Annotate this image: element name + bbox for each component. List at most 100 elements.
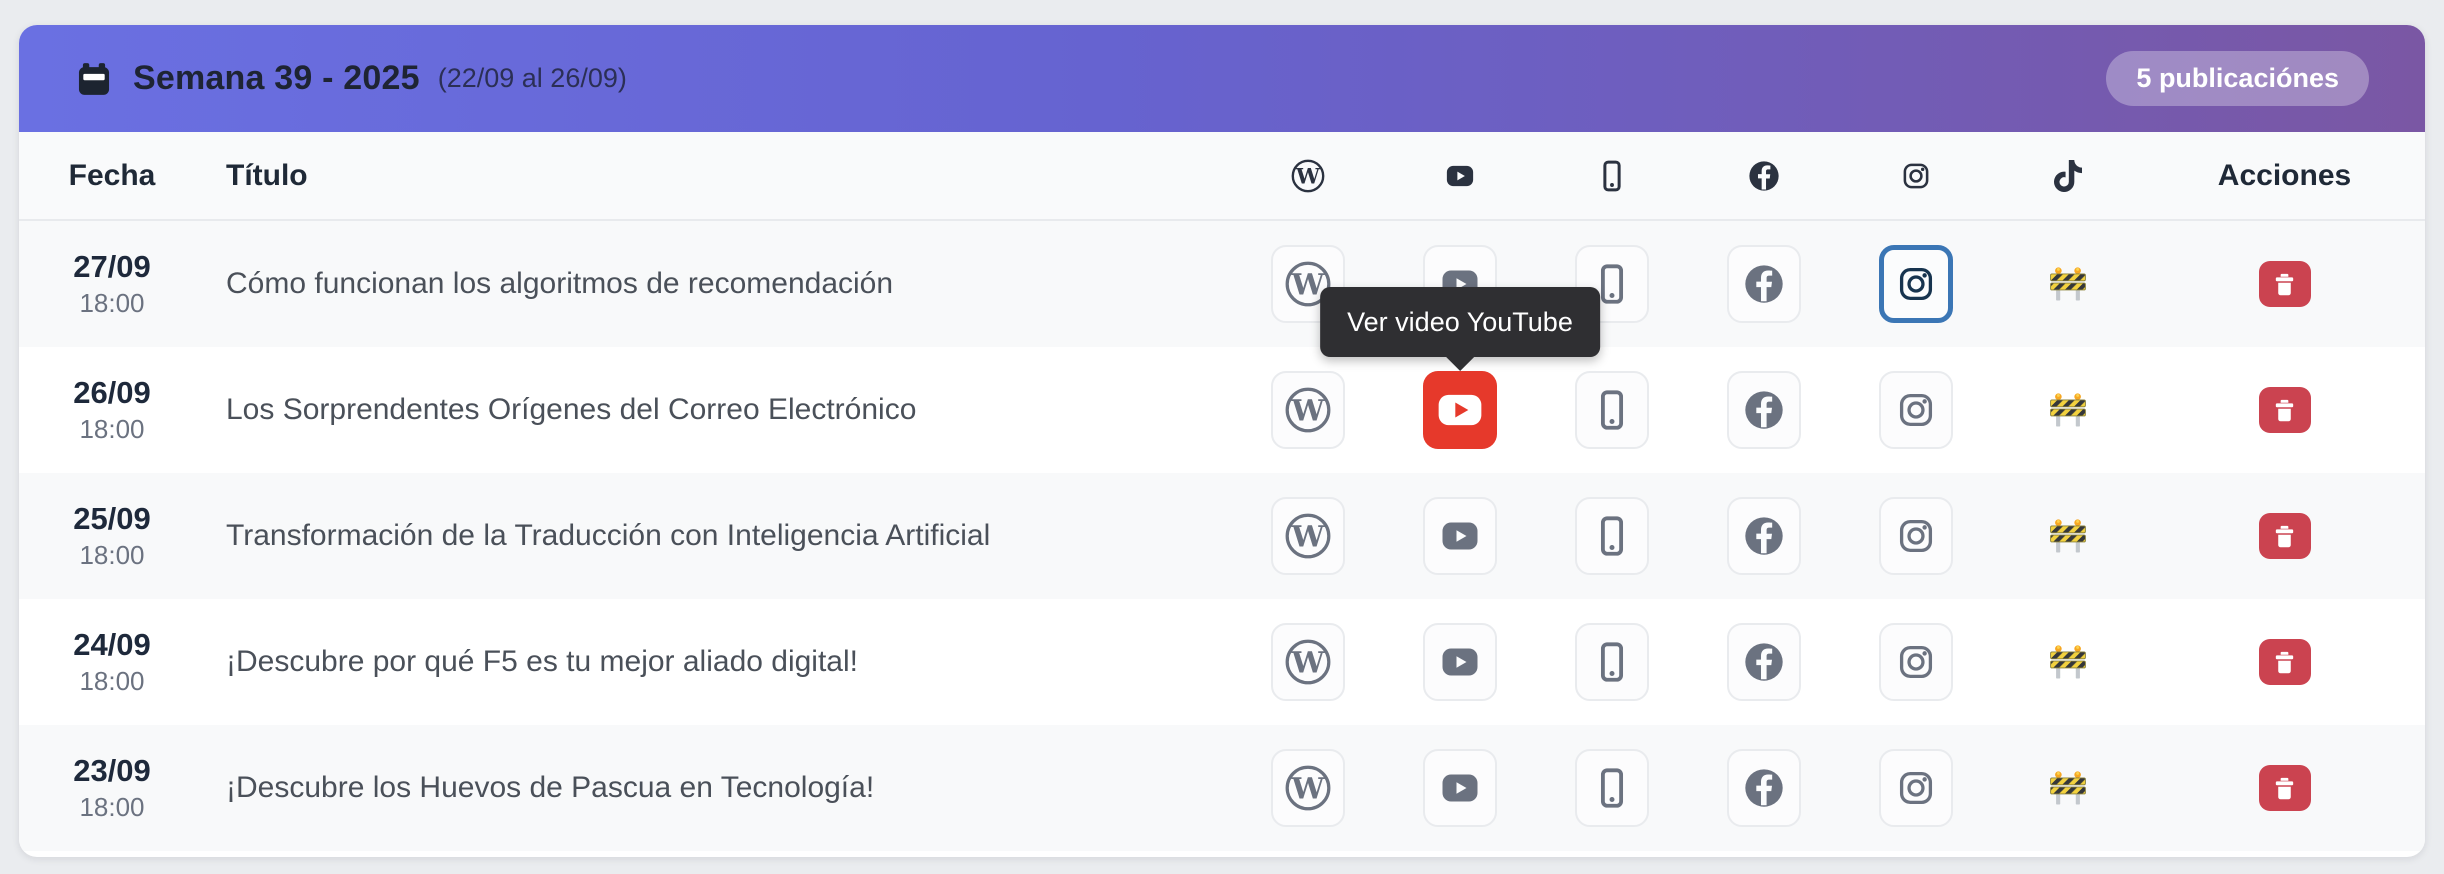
date-label: 24/09 [73,626,151,662]
column-header-acciones: Acciones [2217,158,2352,192]
date-label: 25/09 [73,500,151,536]
facebook-icon [1741,387,1787,433]
wordpress-icon [1282,384,1334,436]
date-label: 26/09 [73,374,151,410]
facebook-icon [1741,261,1787,307]
trash-icon [2271,523,2298,550]
time-label: 18:00 [79,792,145,823]
youtube-icon [1436,638,1484,686]
week-header: Semana 39 - 2025 (22/09 al 26/09) 5 publ… [19,25,2425,132]
delete-button[interactable] [2258,765,2311,811]
facebook-button[interactable] [1727,371,1801,449]
instagram-button[interactable] [1879,623,1953,701]
post-title: ¡Descubre por qué F5 es tu mejor aliado … [226,645,858,678]
facebook-icon [1741,765,1787,811]
facebook-button[interactable] [1727,623,1801,701]
wordpress-icon [1282,510,1334,562]
tiktok-under-construction-icon [2046,514,2090,558]
time-label: 18:00 [79,414,145,445]
week-date-range: (22/09 al 26/09) [437,63,627,93]
table-header-row: Fecha Título Acciones [19,132,2425,221]
post-title: Transformación de la Traducción con Inte… [226,519,991,552]
date-cell: 24/09 18:00 [19,627,205,698]
youtube-icon [1435,385,1485,435]
calendar-icon [75,60,113,98]
instagram-button[interactable] [1879,749,1953,827]
tiktok-under-construction-icon [2046,640,2090,684]
trash-icon [2271,775,2298,802]
post-title: Cómo funcionan los algoritmos de recomen… [226,267,894,300]
publications-count-badge: 5 publicaciónes [2106,51,2369,106]
mobile-app-icon [1589,765,1635,811]
instagram-button[interactable] [1879,371,1953,449]
delete-button[interactable] [2258,261,2311,307]
wordpress-button[interactable] [1271,371,1345,449]
trash-icon [2271,397,2298,424]
tiktok-under-construction-icon [2046,262,2090,306]
mobile-app-icon [1589,513,1635,559]
date-label: 23/09 [73,752,151,788]
tiktok-under-construction-icon [2046,766,2090,810]
instagram-icon [1894,388,1938,432]
date-cell: 27/09 18:00 [19,249,205,320]
table-row: 27/09 18:00 Cómo funcionan los algoritmo… [19,221,2425,347]
tiktok-under-construction-icon [2046,388,2090,432]
instagram-icon [1899,159,1933,193]
table-row: 25/09 18:00 Transformación de la Traducc… [19,473,2425,599]
tiktok-icon [2052,160,2084,192]
time-label: 18:00 [79,666,145,697]
youtube-icon [1436,512,1484,560]
trash-icon [2271,271,2298,298]
table-row: 26/09 18:00 Los Sorprendentes Orígenes d… [19,347,2425,473]
instagram-icon [1894,640,1938,684]
instagram-button-active[interactable] [1879,245,1953,323]
column-header-titulo: Título [226,158,308,192]
delete-button[interactable] [2258,639,2311,685]
facebook-button[interactable] [1727,497,1801,575]
post-title: ¡Descubre los Huevos de Pascua en Tecnol… [226,771,875,804]
youtube-button[interactable] [1423,749,1497,827]
time-label: 18:00 [79,540,145,571]
date-label: 27/09 [73,248,151,284]
table-row: 23/09 18:00 ¡Descubre los Huevos de Pasc… [19,725,2425,851]
mobile-app-button[interactable] [1575,623,1649,701]
date-cell: 26/09 18:00 [19,375,205,446]
instagram-icon [1894,766,1938,810]
youtube-button-active[interactable] [1423,371,1497,449]
wordpress-button[interactable] [1271,623,1345,701]
mobile-app-icon [1589,639,1635,685]
week-schedule-card: Semana 39 - 2025 (22/09 al 26/09) 5 publ… [19,25,2425,857]
wordpress-icon [1289,157,1327,195]
wordpress-button[interactable] [1271,749,1345,827]
column-header-fecha: Fecha [68,158,156,192]
time-label: 18:00 [79,288,145,319]
youtube-tooltip: Ver video YouTube [1320,287,1600,357]
youtube-icon [1442,158,1478,194]
facebook-icon [1746,158,1782,194]
facebook-button[interactable] [1727,245,1801,323]
delete-button[interactable] [2258,387,2311,433]
wordpress-icon [1282,762,1334,814]
delete-button[interactable] [2258,513,2311,559]
trash-icon [2271,649,2298,676]
mobile-app-button[interactable] [1575,749,1649,827]
youtube-icon [1436,764,1484,812]
week-title: Semana 39 - 2025 [133,59,420,97]
facebook-icon [1741,639,1787,685]
facebook-icon [1741,513,1787,559]
wordpress-button[interactable] [1271,497,1345,575]
instagram-icon [1894,262,1938,306]
youtube-button[interactable] [1423,623,1497,701]
mobile-app-icon [1594,158,1630,194]
mobile-app-icon [1589,387,1635,433]
wordpress-icon [1282,636,1334,688]
date-cell: 23/09 18:00 [19,753,205,824]
youtube-button[interactable] [1423,497,1497,575]
mobile-app-button[interactable] [1575,497,1649,575]
post-title: Los Sorprendentes Orígenes del Correo El… [226,393,917,426]
facebook-button[interactable] [1727,749,1801,827]
instagram-button[interactable] [1879,497,1953,575]
mobile-app-button[interactable] [1575,371,1649,449]
table-row: 24/09 18:00 ¡Descubre por qué F5 es tu m… [19,599,2425,725]
date-cell: 25/09 18:00 [19,501,205,572]
